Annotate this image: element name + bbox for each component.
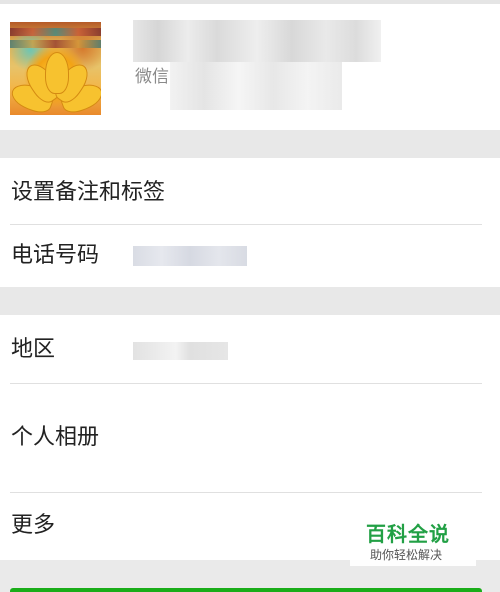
section-gap: [0, 130, 500, 158]
wechat-id-redacted: [170, 62, 342, 110]
profile-card[interactable]: 微信: [0, 4, 500, 130]
watermark-title: 百科全说: [366, 522, 450, 546]
row-remark-tags-label: 设置备注和标签: [11, 180, 166, 205]
row-remark-tags[interactable]: 设置备注和标签: [0, 158, 500, 224]
row-more-label: 更多: [11, 513, 56, 538]
wechat-id-label: 微信: [135, 67, 169, 87]
watermark: 百科全说 助你轻松解决: [350, 512, 476, 566]
section-gap: [0, 287, 500, 315]
send-message-button[interactable]: [10, 588, 482, 592]
contact-profile-page: 微信 设置备注和标签 电话号码 地区 个人相册 更多 百科全说 助你轻松解决: [0, 0, 500, 592]
avatar-pattern: [10, 40, 101, 48]
row-album-label: 个人相册: [11, 425, 100, 450]
row-phone[interactable]: 电话号码: [0, 225, 500, 287]
avatar[interactable]: [10, 22, 101, 115]
row-personal-album[interactable]: 个人相册: [0, 384, 500, 492]
phone-value-redacted: [133, 246, 247, 266]
avatar-pattern: [10, 28, 101, 36]
row-region[interactable]: 地区: [0, 315, 500, 383]
watermark-subtitle: 助你轻松解决: [370, 548, 443, 562]
region-value-redacted: [133, 342, 228, 360]
lotus-petal: [45, 52, 69, 94]
row-phone-label: 电话号码: [11, 243, 100, 268]
row-region-label: 地区: [11, 337, 56, 362]
nickname-redacted: [133, 20, 381, 62]
